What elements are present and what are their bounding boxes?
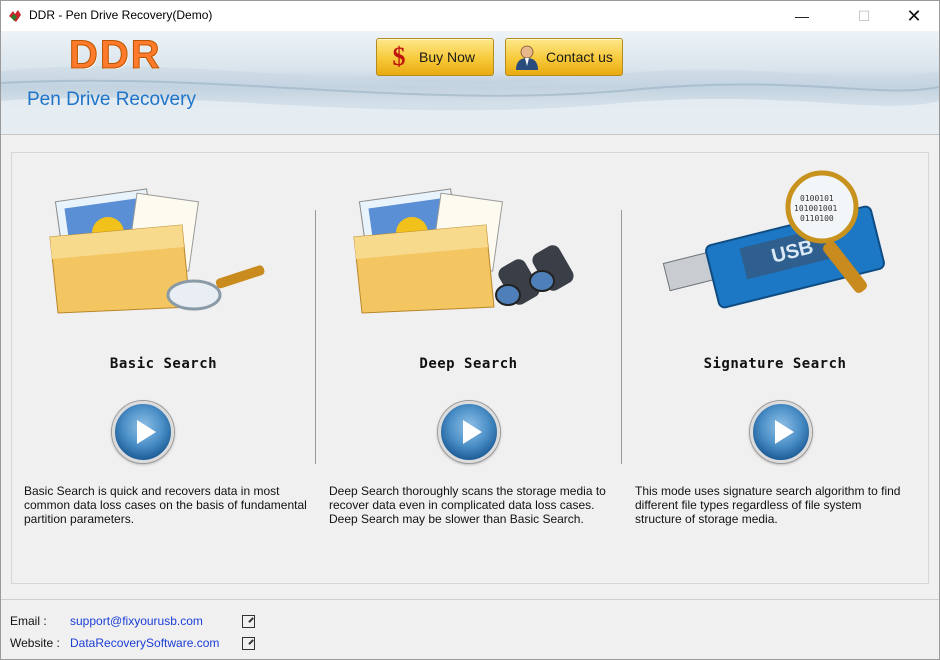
play-icon <box>775 420 794 444</box>
maximize-button[interactable]: ☐ <box>841 1 887 31</box>
deep-search-section: Deep Search Deep Search thoroughly scans… <box>316 153 621 583</box>
signature-search-start-button[interactable] <box>750 401 812 463</box>
person-icon <box>516 45 538 70</box>
description-line: recover data even in complicated data lo… <box>329 498 595 512</box>
signature-search-title: Signature Search <box>703 356 847 372</box>
website-link[interactable]: DataRecoverySoftware.com <box>70 636 219 650</box>
email-label: Email : <box>10 614 47 628</box>
dollar-icon: $ <box>392 42 406 71</box>
basic-search-title: Basic Search <box>109 356 218 372</box>
basic-search-start-button[interactable] <box>112 401 174 463</box>
description-line: Deep Search thoroughly scans the storage… <box>329 484 606 498</box>
folder-magnifier-icon <box>49 188 265 314</box>
buy-now-button[interactable]: $ Buy Now <box>376 38 494 76</box>
svg-text:101001001: 101001001 <box>794 204 838 213</box>
folder-binoculars-icon <box>353 188 574 314</box>
description-line: partition parameters. <box>24 512 135 526</box>
contact-us-button[interactable]: Contact us <box>505 38 623 76</box>
svg-text:0100101: 0100101 <box>800 194 834 203</box>
header-banner: DDR Pen Drive Recovery $ Buy Now Contact… <box>1 31 939 135</box>
description-line: common data loss cases on the basis of f… <box>24 498 307 512</box>
svg-text:0110100: 0110100 <box>800 214 834 223</box>
external-link-icon[interactable] <box>242 615 255 628</box>
search-modes-panel: Basic Search Basic Search is quick and r… <box>11 152 929 584</box>
description-line: structure of storage media. <box>635 512 778 526</box>
title-bar: DDR - Pen Drive Recovery(Demo) — ☐ ✕ <box>1 1 939 31</box>
deep-search-description: Deep Search thoroughly scans the storage… <box>329 484 619 526</box>
app-window: DDR - Pen Drive Recovery(Demo) — ☐ ✕ DDR… <box>0 0 940 660</box>
footer-divider <box>1 599 939 600</box>
ddr-logo: DDR <box>69 33 162 78</box>
minimize-button[interactable]: — <box>779 1 825 31</box>
buy-now-label: Buy Now <box>419 49 476 65</box>
deep-search-start-button[interactable] <box>438 401 500 463</box>
app-icon <box>9 10 21 22</box>
description-line: Deep Search may be slower than Basic Sea… <box>329 512 584 526</box>
close-button[interactable]: ✕ <box>891 1 937 31</box>
website-label: Website : <box>10 636 60 650</box>
email-link[interactable]: support@fixyourusb.com <box>70 614 203 628</box>
product-subtitle: Pen Drive Recovery <box>27 89 196 110</box>
description-line: This mode uses signature search algorith… <box>635 484 901 498</box>
deep-search-title: Deep Search <box>419 356 518 372</box>
description-line: Basic Search is quick and recovers data … <box>24 484 280 498</box>
play-icon <box>137 420 156 444</box>
usb-magnifier-icon: USB 0100101 101001001 0110100 <box>662 170 885 309</box>
signature-search-description: This mode uses signature search algorith… <box>635 484 927 526</box>
external-link-icon[interactable] <box>242 637 255 650</box>
play-icon <box>463 420 482 444</box>
basic-search-description: Basic Search is quick and recovers data … <box>24 484 314 526</box>
description-line: different file types regardless of file … <box>635 498 862 512</box>
contact-us-label: Contact us <box>546 49 613 65</box>
window-title: DDR - Pen Drive Recovery(Demo) <box>29 8 213 22</box>
basic-search-section: Basic Search Basic Search is quick and r… <box>12 153 315 583</box>
signature-search-section: USB 0100101 101001001 0110100 Signature … <box>622 153 928 583</box>
